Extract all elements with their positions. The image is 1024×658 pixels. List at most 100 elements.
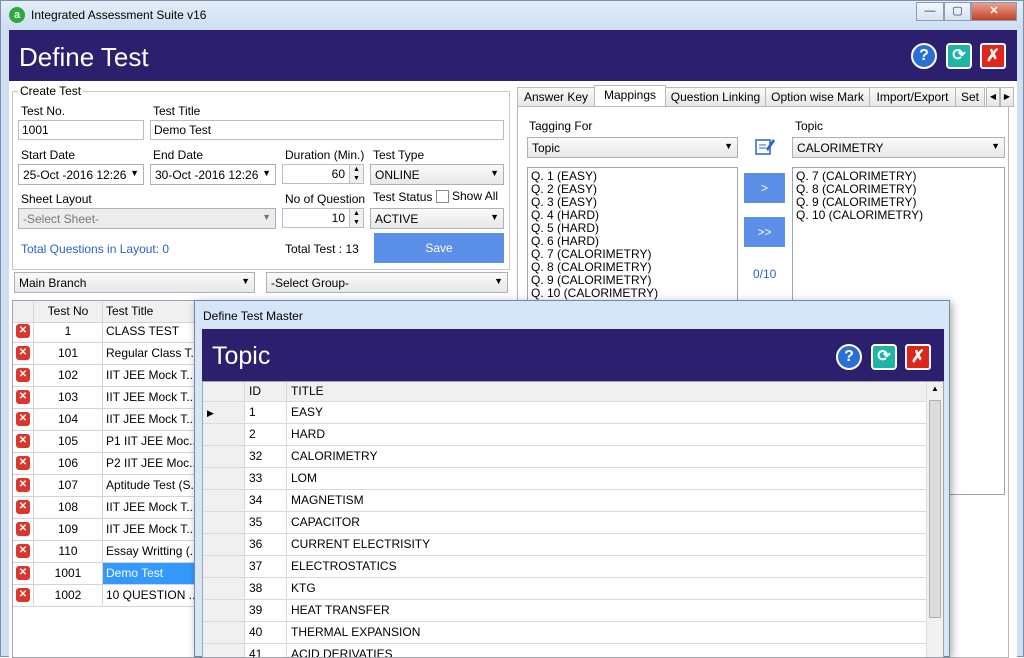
tagging-for-select[interactable]: Topic ▼ [527,137,738,158]
spin-arrows-icon[interactable]: ▲ ▼ [349,209,363,227]
group-select[interactable]: -Select Group- ▼ [266,272,508,293]
no-question-stepper[interactable]: 10 ▲ ▼ [282,208,364,228]
row-header-cell[interactable] [203,534,245,556]
row-delete-cell[interactable]: ✕ [13,321,34,343]
header-test-no[interactable]: Test No [34,301,103,323]
test-title-input[interactable]: Demo Test [150,120,504,140]
move-all-button[interactable]: >> [744,217,785,247]
minimize-button[interactable]: — [916,2,944,21]
table-row[interactable]: 32 CALORIMETRY [203,446,927,468]
help-icon[interactable]: ? [836,344,862,370]
table-row[interactable]: 37 ELECTROSTATICS [203,556,927,578]
edit-note-icon[interactable] [754,135,776,157]
row-header-cell[interactable] [203,424,245,446]
table-row[interactable]: 33 LOM [203,468,927,490]
tab-mappings[interactable]: Mappings [594,85,666,108]
test-no-input[interactable]: 1001 [18,120,144,140]
delete-icon[interactable]: ✕ [16,346,30,360]
table-row[interactable]: ✕ 1 CLASS TEST [13,321,201,343]
table-row[interactable]: ▶ 1 EASY [203,402,927,424]
delete-icon[interactable]: ✕ [16,324,30,338]
row-delete-cell[interactable]: ✕ [13,519,34,541]
list-item[interactable]: Q. 10 (CALORIMETRY) [531,287,734,300]
table-row[interactable]: ✕ 102 IIT JEE Mock T... [13,365,201,387]
table-row[interactable]: 36 CURRENT ELECTRISITY [203,534,927,556]
tab-scroll-left-icon[interactable]: ◀ [986,87,1000,107]
start-date-picker[interactable]: 25-Oct -2016 12:26 ▼ [18,164,144,185]
table-row[interactable]: 2 HARD [203,424,927,446]
close-icon[interactable]: ✗ [905,344,931,370]
delete-icon[interactable]: ✕ [16,522,30,536]
duration-stepper[interactable]: 60 ▲ ▼ [282,164,364,184]
spin-arrows-icon[interactable]: ▲ ▼ [349,165,363,183]
table-row[interactable]: ✕ 101 Regular Class T... [13,343,201,365]
row-header-cell[interactable] [203,622,245,644]
end-date-picker[interactable]: 30-Oct -2016 12:26 ▼ [150,164,276,185]
table-row[interactable]: 38 KTG [203,578,927,600]
table-row[interactable]: ✕ 105 P1 IIT JEE Moc... [13,431,201,453]
table-row[interactable]: 35 CAPACITOR [203,512,927,534]
delete-icon[interactable]: ✕ [16,566,30,580]
table-row[interactable]: ✕ 106 P2 IIT JEE Moc... [13,453,201,475]
table-row[interactable]: ✕ 108 IIT JEE Mock T... [13,497,201,519]
delete-icon[interactable]: ✕ [16,456,30,470]
row-delete-cell[interactable]: ✕ [13,497,34,519]
row-delete-cell[interactable]: ✕ [13,475,34,497]
row-header-cell[interactable] [203,468,245,490]
scroll-up-icon[interactable]: ▲ [931,384,939,393]
table-row[interactable]: ✕ 103 IIT JEE Mock T... [13,387,201,409]
row-delete-cell[interactable]: ✕ [13,431,34,453]
maximize-button[interactable]: ▢ [944,2,971,21]
table-row[interactable]: 39 HEAT TRANSFER [203,600,927,622]
refresh-icon[interactable]: ⟳ [946,43,972,69]
sheet-layout-select[interactable]: -Select Sheet- ▼ [18,208,276,229]
delete-icon[interactable]: ✕ [16,434,30,448]
header-title[interactable]: TITLE [287,382,927,402]
topic-select[interactable]: CALORIMETRY ▼ [792,137,1005,158]
table-row[interactable]: ✕ 110 Essay Writting (... [13,541,201,563]
test-type-select[interactable]: ONLINE ▼ [370,164,504,185]
table-row[interactable]: ✕ 104 IIT JEE Mock T... [13,409,201,431]
show-all-checkbox[interactable] [436,190,449,203]
available-questions-list[interactable]: Q. 1 (EASY) Q. 2 (EASY) Q. 3 (EASY) Q. 4 (H… [527,167,738,303]
header-test-title[interactable]: Test Title [103,301,201,323]
delete-icon[interactable]: ✕ [16,368,30,382]
delete-icon[interactable]: ✕ [16,412,30,426]
row-header-cell[interactable] [203,556,245,578]
refresh-icon[interactable]: ⟳ [871,344,897,370]
row-delete-cell[interactable]: ✕ [13,343,34,365]
row-delete-cell[interactable]: ✕ [13,585,34,607]
row-header-cell[interactable] [203,446,245,468]
table-row[interactable]: ✕ 107 Aptitude Test (S... [13,475,201,497]
tab-import-export[interactable]: Import/Export [869,87,956,107]
row-delete-cell[interactable]: ✕ [13,541,34,563]
row-delete-cell[interactable]: ✕ [13,387,34,409]
table-row[interactable]: ✕ 1002 10 QUESTION ... [13,585,201,607]
row-delete-cell[interactable]: ✕ [13,563,34,585]
delete-icon[interactable]: ✕ [16,478,30,492]
total-questions-link[interactable]: Total Questions in Layout: 0 [21,242,169,256]
table-row[interactable]: 41 ACID DERIVATIES [203,644,927,657]
row-header-cell[interactable] [203,578,245,600]
tab-option-wise-mark[interactable]: Option wise Mark [765,87,870,107]
row-header-cell[interactable] [203,512,245,534]
vertical-scrollbar[interactable]: ▲ [926,382,943,657]
row-delete-cell[interactable]: ✕ [13,365,34,387]
move-one-button[interactable]: > [744,173,785,203]
table-row[interactable]: ✕ 109 IIT JEE Mock T... [13,519,201,541]
row-header-cell[interactable] [203,490,245,512]
test-status-select[interactable]: ACTIVE ▼ [370,208,504,229]
scroll-thumb[interactable] [929,400,941,618]
help-icon[interactable]: ? [911,43,937,69]
list-item[interactable]: Q. 10 (CALORIMETRY) [796,209,1001,222]
delete-icon[interactable]: ✕ [16,588,30,602]
row-header-cell[interactable] [203,600,245,622]
delete-icon[interactable]: ✕ [16,544,30,558]
table-row[interactable]: 34 MAGNETISM [203,490,927,512]
window-close-button[interactable]: ✕ [971,2,1017,21]
table-row[interactable]: ✕ 1001 Demo Test [13,563,201,585]
tab-scroll-right-icon[interactable]: ▶ [1000,87,1014,107]
tab-answer-key[interactable]: Answer Key [517,87,595,107]
close-icon[interactable]: ✗ [980,43,1006,69]
table-row[interactable]: 40 THERMAL EXPANSION [203,622,927,644]
